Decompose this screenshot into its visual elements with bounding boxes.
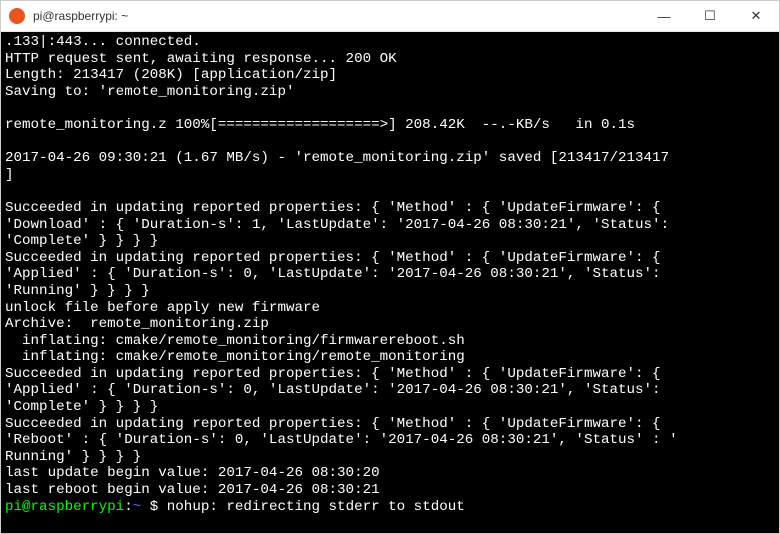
close-button[interactable]: ✕ [733, 1, 779, 31]
prompt-path: ~ [133, 499, 150, 515]
prompt-sep: : [124, 499, 133, 515]
maximize-button[interactable]: ☐ [687, 1, 733, 31]
prompt-user-host: pi@raspberrypi [5, 499, 124, 515]
ubuntu-icon [9, 8, 25, 24]
terminal-window: pi@raspberrypi: ~ — ☐ ✕ .133|:443... con… [0, 0, 780, 534]
terminal-output[interactable]: .133|:443... connected. HTTP request sen… [1, 32, 779, 533]
prompt-dollar: $ [150, 499, 167, 515]
window-title: pi@raspberrypi: ~ [33, 9, 641, 23]
prompt-tail-text: nohup: redirecting stderr to stdout [167, 499, 465, 515]
minimize-button[interactable]: — [641, 1, 687, 31]
window-controls: — ☐ ✕ [641, 1, 779, 31]
titlebar[interactable]: pi@raspberrypi: ~ — ☐ ✕ [1, 1, 779, 32]
